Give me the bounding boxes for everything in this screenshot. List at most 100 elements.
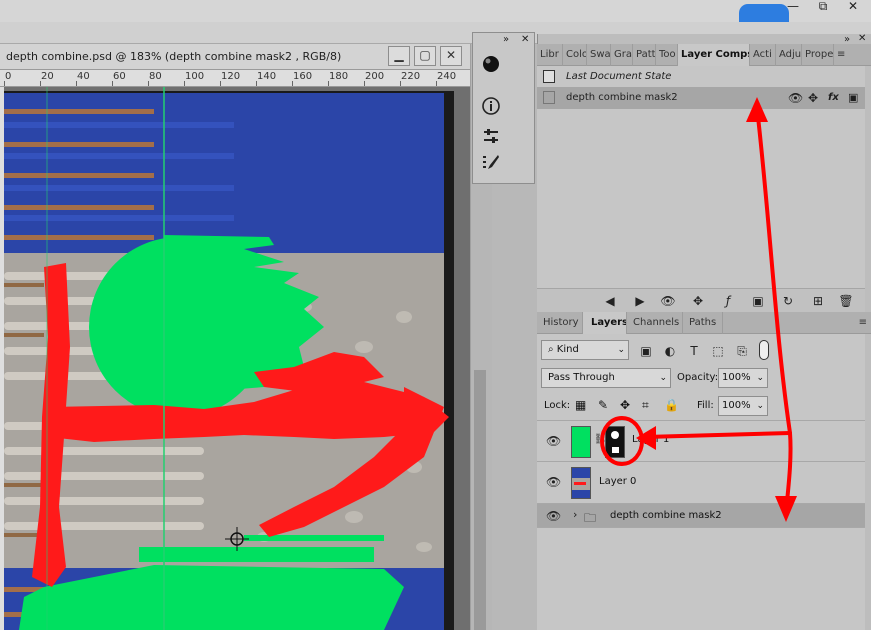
layer-name: depth combine mask2	[610, 510, 722, 521]
comp-row-label: Last Document State	[566, 71, 672, 82]
folder-icon: 🗀	[584, 511, 597, 525]
document-minimize-button[interactable]: ▁	[388, 46, 410, 66]
visibility-eye-icon[interactable]: 👁	[546, 509, 561, 523]
adjust-icon[interactable]	[477, 126, 505, 152]
ruler-tick-label: 60	[113, 71, 126, 82]
previous-comp-icon[interactable]: ◀	[601, 293, 619, 309]
tab-history[interactable]: History	[537, 312, 583, 334]
update-style-icon[interactable]: ƒ	[719, 293, 737, 309]
document-title: depth combine.psd @ 183% (depth combine …	[6, 50, 342, 63]
filter-toggle-switch[interactable]	[759, 340, 769, 360]
layer-row-layer-0[interactable]: 👁 Layer 0	[537, 462, 865, 504]
update-visibility-icon[interactable]: 👁	[659, 293, 677, 309]
layer-comps-list: Last Document State depth combine mask2 …	[537, 66, 865, 288]
ruler-tick-label: 120	[221, 71, 241, 82]
blend-mode-select[interactable]: Pass Through ⌄	[541, 368, 671, 388]
lock-image-icon[interactable]: ✎	[598, 398, 608, 412]
lock-position-icon[interactable]: ✥	[620, 398, 630, 412]
visibility-eye-icon[interactable]: 👁	[546, 475, 561, 489]
fill-label: Fill:	[697, 400, 714, 411]
chevron-right-icon[interactable]: ›	[573, 508, 577, 521]
ruler-tick-label: 160	[293, 71, 313, 82]
lock-all-icon[interactable]: 🔒	[664, 398, 679, 412]
position-icon[interactable]: ✥	[808, 87, 818, 109]
info-icon[interactable]	[477, 96, 505, 122]
next-comp-icon[interactable]: ▶	[631, 293, 649, 309]
visibility-icon[interactable]: 👁	[788, 87, 803, 109]
minimize-window-button[interactable]: —	[778, 0, 808, 14]
update-position-icon[interactable]: ✥	[689, 293, 707, 309]
scrollbar-thumb[interactable]	[474, 370, 486, 630]
new-comp-icon[interactable]: ⊞	[809, 293, 827, 309]
fill-input[interactable]: 100% ⌄	[718, 396, 768, 416]
visibility-eye-icon[interactable]: 👁	[546, 434, 561, 448]
restore-window-button[interactable]: ⧉	[808, 0, 838, 14]
comp-row-last-document-state[interactable]: Last Document State	[537, 66, 865, 88]
adjustment-filter-icon[interactable]: ◐	[663, 344, 677, 358]
close-window-button[interactable]: ✕	[838, 0, 868, 14]
layer-comps-tabbar: Libr Colo Swa Gra Patt Too Layer Comps A…	[537, 44, 871, 66]
document-close-button[interactable]: ✕	[440, 46, 462, 66]
layers-tabbar: History Layers Channels Paths ≡	[537, 312, 871, 334]
refresh-icon[interactable]: ↻	[779, 293, 797, 309]
tab-actions[interactable]: Acti	[750, 44, 776, 66]
tab-patterns[interactable]: Patt	[633, 44, 656, 66]
lock-transparent-icon[interactable]: ▦	[575, 398, 586, 412]
panel-menu-icon[interactable]: ≡	[834, 44, 850, 66]
document-canvas[interactable]	[4, 87, 470, 630]
appearance-icon[interactable]: ▣	[848, 87, 858, 109]
layer-name: Layer 1	[632, 434, 670, 445]
opacity-input[interactable]: 100% ⌄	[718, 368, 768, 388]
tab-swatches[interactable]: Swa	[587, 44, 611, 66]
filter-kind-select[interactable]: ⌕ Kind ⌄	[541, 340, 629, 360]
ruler-tick-label: 240	[437, 71, 457, 82]
layer-comps-footer: ◀ ▶ 👁 ✥ ƒ ▣ ↻ ⊞ 🗑	[537, 288, 865, 312]
tab-properties[interactable]: Prope	[802, 44, 834, 66]
tab-tool-presets[interactable]: Too	[656, 44, 678, 66]
layer-thumbnail	[571, 426, 591, 458]
tab-paths[interactable]: Paths	[683, 312, 723, 334]
document-maximize-button[interactable]: ▢	[414, 46, 436, 66]
tab-libraries[interactable]: Libr	[537, 44, 563, 66]
opacity-label: Opacity:	[677, 372, 719, 383]
comp-row-depth-combine-mask2[interactable]: depth combine mask2 👁 ✥ fx ▣	[537, 87, 865, 109]
layers-panel-menu-icon[interactable]: ≡	[723, 312, 871, 334]
layer-thumbnail	[571, 467, 591, 499]
close-panel-button[interactable]: ✕	[521, 34, 529, 45]
update-appearance-icon[interactable]: ▣	[749, 293, 767, 309]
horizontal-ruler[interactable]: 0 20 40 60 80 100 120 140 160 180 200 22…	[0, 70, 470, 87]
fx-icon[interactable]: fx	[828, 87, 839, 109]
shape-filter-icon[interactable]: ⬚	[711, 344, 725, 358]
ruler-tick-label: 0	[5, 71, 12, 82]
tab-layers[interactable]: Layers	[583, 312, 627, 334]
smart-object-filter-icon[interactable]: ⎘	[735, 344, 749, 358]
tab-layer-comps[interactable]: Layer Comps	[678, 44, 750, 66]
ruler-tick-label: 220	[401, 71, 421, 82]
tab-color[interactable]: Colo	[563, 44, 587, 66]
ruler-tick-label: 20	[41, 71, 54, 82]
delete-comp-icon[interactable]: 🗑	[837, 293, 855, 309]
layer-mask-thumbnail[interactable]	[605, 426, 625, 458]
fill-value: 100%	[722, 400, 751, 411]
chevron-down-icon: ⌄	[756, 373, 764, 383]
canvas-artwork	[4, 87, 470, 630]
layer-row-group-depth-combine-mask2[interactable]: 👁 › 🗀 depth combine mask2	[537, 504, 865, 528]
brush-icon[interactable]	[477, 152, 505, 178]
comp-apply-checkbox[interactable]	[543, 91, 555, 104]
sphere-icon[interactable]	[477, 54, 505, 80]
tab-gradients[interactable]: Gra	[611, 44, 633, 66]
ruler-tick-label: 200	[365, 71, 385, 82]
pixel-filter-icon[interactable]: ▣	[639, 344, 653, 358]
layer-row-layer-1[interactable]: 👁 ⛓ Layer 1	[537, 420, 865, 462]
close-panels-button[interactable]: ✕	[858, 33, 866, 44]
ruler-tick-label: 140	[257, 71, 277, 82]
lock-label: Lock:	[544, 400, 571, 411]
type-filter-icon[interactable]: T	[687, 344, 701, 358]
search-icon: ⌕	[548, 344, 557, 355]
collapse-panel-button[interactable]: »	[503, 34, 509, 45]
blend-mode-value: Pass Through	[548, 372, 615, 383]
tab-adjustments[interactable]: Adju	[776, 44, 802, 66]
ruler-tick-label: 100	[185, 71, 205, 82]
lock-artboard-icon[interactable]: ⌗	[642, 398, 649, 413]
tab-channels[interactable]: Channels	[627, 312, 683, 334]
